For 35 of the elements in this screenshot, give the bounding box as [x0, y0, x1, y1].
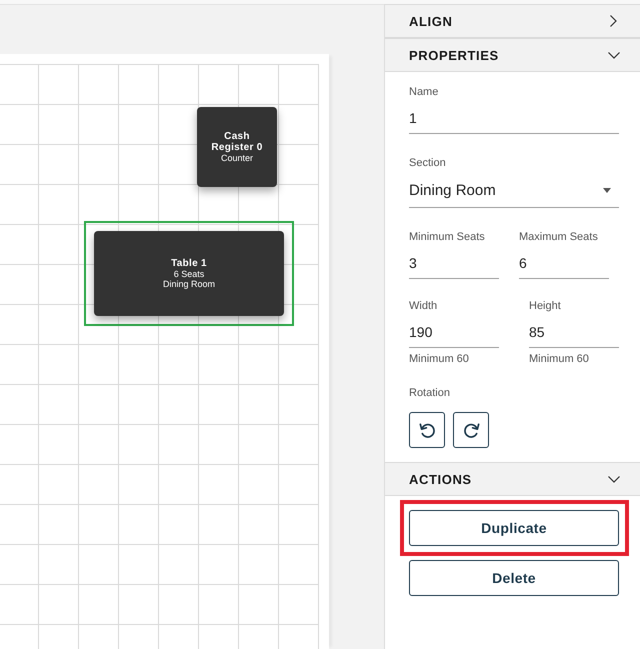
chevron-down-icon — [608, 476, 620, 482]
dropdown-field[interactable]: Dining Room — [409, 177, 619, 208]
object-title: Cash Register 0 — [210, 131, 264, 153]
field-label: Rotation — [409, 387, 451, 399]
field-label: Section — [409, 157, 447, 169]
helper-text: Minimum 60 — [409, 353, 470, 365]
object-title: Table 1 — [171, 258, 207, 269]
field-label: Height — [529, 300, 562, 312]
caret-down-icon — [603, 188, 611, 192]
section-header[interactable]: ACTIONS — [385, 462, 640, 496]
object-detail: Counter — [220, 153, 254, 163]
section-header[interactable]: PROPERTIES — [385, 38, 640, 72]
field-label: Maximum Seats — [519, 231, 599, 243]
text-field[interactable]: 85 — [529, 320, 619, 348]
chevron-down-icon — [608, 52, 620, 58]
floor-plan-object[interactable]: Cash Register 0 Counter — [197, 107, 277, 187]
field-label: Minimum Seats — [409, 231, 486, 243]
text-field[interactable]: 3 — [409, 251, 499, 279]
action-button[interactable]: Duplicate — [409, 510, 619, 546]
object-detail: Dining Room — [162, 279, 216, 289]
clockwise-arrow-icon — [462, 420, 480, 440]
text-field[interactable]: 6 — [519, 251, 609, 279]
object-detail: 6 Seats — [174, 269, 204, 279]
field-label: Width — [409, 300, 438, 312]
action-button[interactable]: Delete — [409, 560, 619, 596]
text-field[interactable]: 190 — [409, 320, 499, 348]
rotate-right-button[interactable] — [453, 412, 489, 448]
floor-plan-object[interactable]: Table 1 6 Seats Dining Room — [94, 231, 284, 316]
text-field[interactable]: 1 — [409, 106, 619, 134]
rotate-left-button[interactable] — [409, 412, 445, 448]
helper-text: Minimum 60 — [529, 353, 590, 365]
chevron-right-icon — [610, 15, 617, 27]
field-label: Name — [409, 86, 440, 98]
counterclockwise-arrow-icon — [418, 420, 436, 440]
section-header[interactable]: ALIGN — [385, 4, 640, 38]
